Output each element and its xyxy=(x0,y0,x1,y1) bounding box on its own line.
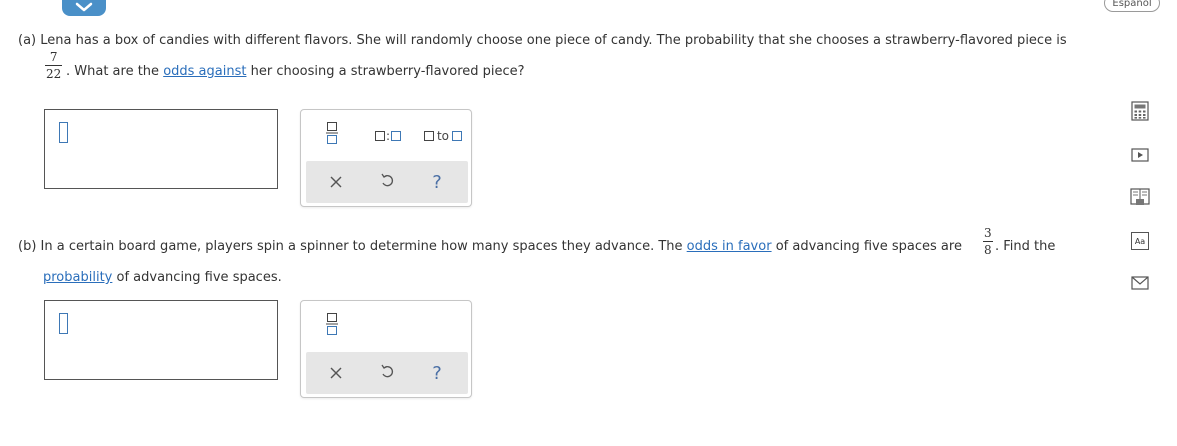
answer-b-action-bar: ? xyxy=(306,352,468,394)
answer-a-action-bar: ? xyxy=(306,161,468,203)
question-a-text: Lena has a box of candies with different… xyxy=(40,33,1067,48)
undo-button[interactable] xyxy=(376,362,398,384)
input-cursor xyxy=(59,122,68,143)
probability-link[interactable]: probability xyxy=(43,270,112,285)
question-b-text-mid: of advancing five spaces are xyxy=(775,239,962,254)
ratio-tool-button[interactable]: : xyxy=(369,126,407,146)
help-icon: ? xyxy=(432,171,442,193)
play-video-icon xyxy=(1131,147,1149,167)
video-button[interactable] xyxy=(1129,146,1151,168)
fraction-icon xyxy=(326,312,338,340)
question-b-fraction: 3 8 xyxy=(983,227,993,256)
undo-icon xyxy=(380,172,394,193)
fraction-denominator: 22 xyxy=(46,67,62,81)
clear-button[interactable] xyxy=(325,362,347,384)
calculator-button[interactable] xyxy=(1129,101,1151,125)
answer-a-input[interactable] xyxy=(44,109,278,189)
question-a-text-after: her choosing a strawberry-flavored piece… xyxy=(250,64,525,79)
question-b-text-end: of advancing five spaces. xyxy=(116,270,282,285)
question-a-line2: . What are the odds against her choosing… xyxy=(66,64,525,79)
ratio-separator: : xyxy=(385,129,391,143)
help-icon: ? xyxy=(432,362,442,384)
undo-button[interactable] xyxy=(376,171,398,193)
box-icon xyxy=(452,131,463,141)
odds-against-link[interactable]: odds against xyxy=(163,64,246,79)
language-toggle-button[interactable]: Español xyxy=(1104,0,1160,12)
box-icon xyxy=(423,131,434,141)
fraction-tool-button[interactable] xyxy=(321,313,343,339)
to-tool-button[interactable]: to xyxy=(419,126,467,146)
box-icon xyxy=(374,131,385,141)
question-b-line2: probability of advancing five spaces. xyxy=(43,270,282,285)
collapse-chevron-button[interactable] xyxy=(62,0,106,16)
calculator-icon xyxy=(1131,101,1149,125)
close-icon xyxy=(330,363,342,384)
question-b-line1-end: . Find the xyxy=(995,239,1055,254)
question-b-label: (b) xyxy=(18,239,37,254)
fraction-numerator: 3 xyxy=(984,226,992,240)
question-a-text-mid: . What are the xyxy=(66,64,160,79)
help-button[interactable]: ? xyxy=(426,171,448,193)
email-icon xyxy=(1131,276,1149,294)
question-a-fraction: 7 22 xyxy=(45,50,63,81)
help-button[interactable]: ? xyxy=(426,362,448,384)
answer-b-tool-panel: ? xyxy=(300,300,472,398)
odds-in-favor-link[interactable]: odds in favor xyxy=(687,239,772,254)
question-b-line1: (b) In a certain board game, players spi… xyxy=(18,239,962,254)
question-a-line1: (a) Lena has a box of candies with diffe… xyxy=(18,33,1067,48)
glossary-icon: Aa xyxy=(1131,232,1149,250)
answer-a-tool-panel: : to ? xyxy=(300,109,472,207)
undo-icon xyxy=(380,363,394,384)
question-b-text-after: . Find the xyxy=(995,239,1056,254)
textbook-button[interactable] xyxy=(1129,188,1151,210)
chevron-down-icon xyxy=(75,2,93,12)
textbook-icon xyxy=(1130,187,1150,211)
fraction-denominator: 8 xyxy=(984,243,992,257)
input-cursor xyxy=(59,313,68,334)
question-b-text: In a certain board game, players spin a … xyxy=(40,239,683,254)
answer-b-input[interactable] xyxy=(44,300,278,380)
fraction-numerator: 7 xyxy=(49,50,58,64)
email-button[interactable] xyxy=(1129,274,1151,296)
question-a-label: (a) xyxy=(18,33,37,48)
close-icon xyxy=(330,172,342,193)
glossary-button[interactable]: Aa xyxy=(1129,230,1151,252)
clear-button[interactable] xyxy=(325,171,347,193)
fraction-icon xyxy=(326,121,338,149)
box-icon xyxy=(391,131,402,141)
to-word: to xyxy=(436,129,450,143)
fraction-tool-button[interactable] xyxy=(321,122,343,148)
